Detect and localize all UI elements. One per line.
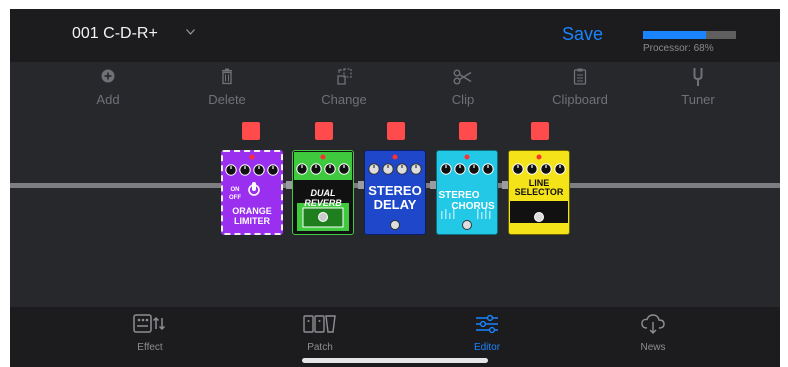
pedal-select-toggle[interactable] bbox=[242, 122, 260, 140]
pedal-name-line2: CHORUS bbox=[451, 201, 495, 212]
pedal-stereo-chorus[interactable]: STEREO CHORUS bbox=[436, 150, 498, 235]
processor-label: Processor: 68% bbox=[643, 43, 714, 54]
tab-patch-label: Patch bbox=[307, 342, 333, 353]
pedal-name-line1: STEREO bbox=[438, 190, 480, 201]
pedal-line-selector[interactable]: LINE SELECTOR bbox=[508, 150, 570, 235]
change-label: Change bbox=[321, 92, 367, 107]
plus-circle-icon bbox=[101, 69, 115, 83]
pedal-name-line1: ORANGE bbox=[232, 206, 272, 216]
pedal-name-line2: DELAY bbox=[373, 197, 417, 212]
change-button[interactable]: Change bbox=[304, 67, 384, 109]
tuner-label: Tuner bbox=[681, 92, 715, 107]
chevron-down-icon[interactable] bbox=[186, 29, 195, 35]
pedal-dual-reverb[interactable]: DUAL REVERB bbox=[292, 150, 354, 235]
clipboard-button[interactable]: Clipboard bbox=[540, 67, 620, 109]
header-bar: 001 C-D-R+ Save Processor: 68% bbox=[10, 9, 780, 62]
tab-effect[interactable]: Effect bbox=[110, 313, 190, 353]
pedal-select-toggle[interactable] bbox=[387, 122, 405, 140]
swap-icon bbox=[337, 68, 352, 85]
pedal-stereo-delay[interactable]: STEREO DELAY bbox=[364, 150, 426, 235]
tab-editor[interactable]: Editor bbox=[447, 313, 527, 353]
tab-news[interactable]: News bbox=[613, 313, 693, 353]
tab-news-label: News bbox=[640, 342, 666, 353]
pedal-name-line1: STEREO bbox=[368, 183, 422, 198]
app-window: 001 C-D-R+ Save Processor: 68% Add Delet… bbox=[10, 9, 780, 367]
pedal-name-line2: SELECTOR bbox=[514, 187, 564, 197]
processor-meter bbox=[643, 31, 736, 39]
pedal-orange-limiter[interactable]: ON OFF ORANGE LIMITER bbox=[221, 150, 283, 235]
clip-button[interactable]: Clip bbox=[423, 67, 503, 109]
clipboard-icon bbox=[573, 68, 587, 85]
tuner-button[interactable]: Tuner bbox=[658, 67, 738, 109]
cloud-download-icon bbox=[641, 314, 665, 334]
trash-icon bbox=[222, 68, 232, 85]
sliders-icon bbox=[476, 314, 498, 334]
patch-icon bbox=[303, 315, 336, 333]
pedal-select-toggle[interactable] bbox=[315, 122, 333, 140]
tuning-fork-icon bbox=[693, 68, 703, 86]
delete-button[interactable]: Delete bbox=[187, 67, 267, 109]
bottom-tab-bar: Effect Patch Editor News bbox=[10, 307, 780, 367]
tab-effect-label: Effect bbox=[137, 342, 163, 353]
switch-off-label: OFF bbox=[229, 195, 241, 201]
clipboard-label: Clipboard bbox=[552, 92, 608, 107]
pedal-select-toggle[interactable] bbox=[531, 122, 549, 140]
patch-name[interactable]: 001 C-D-R+ bbox=[72, 25, 158, 43]
delete-label: Delete bbox=[208, 92, 246, 107]
effect-icon bbox=[133, 314, 166, 333]
tab-editor-label: Editor bbox=[473, 342, 501, 353]
save-button[interactable]: Save bbox=[562, 24, 603, 45]
processor-meter-fill bbox=[643, 31, 707, 39]
scissors-icon bbox=[453, 69, 472, 85]
tab-patch[interactable]: Patch bbox=[280, 313, 360, 353]
pedal-name: DUAL REVERB bbox=[304, 188, 342, 208]
home-indicator[interactable] bbox=[302, 358, 488, 363]
pedal-select-toggle[interactable] bbox=[459, 122, 477, 140]
pedal-name-line2: LIMITER bbox=[234, 216, 270, 226]
add-label: Add bbox=[96, 92, 120, 107]
add-button[interactable]: Add bbox=[68, 67, 148, 109]
clip-label: Clip bbox=[451, 92, 475, 107]
